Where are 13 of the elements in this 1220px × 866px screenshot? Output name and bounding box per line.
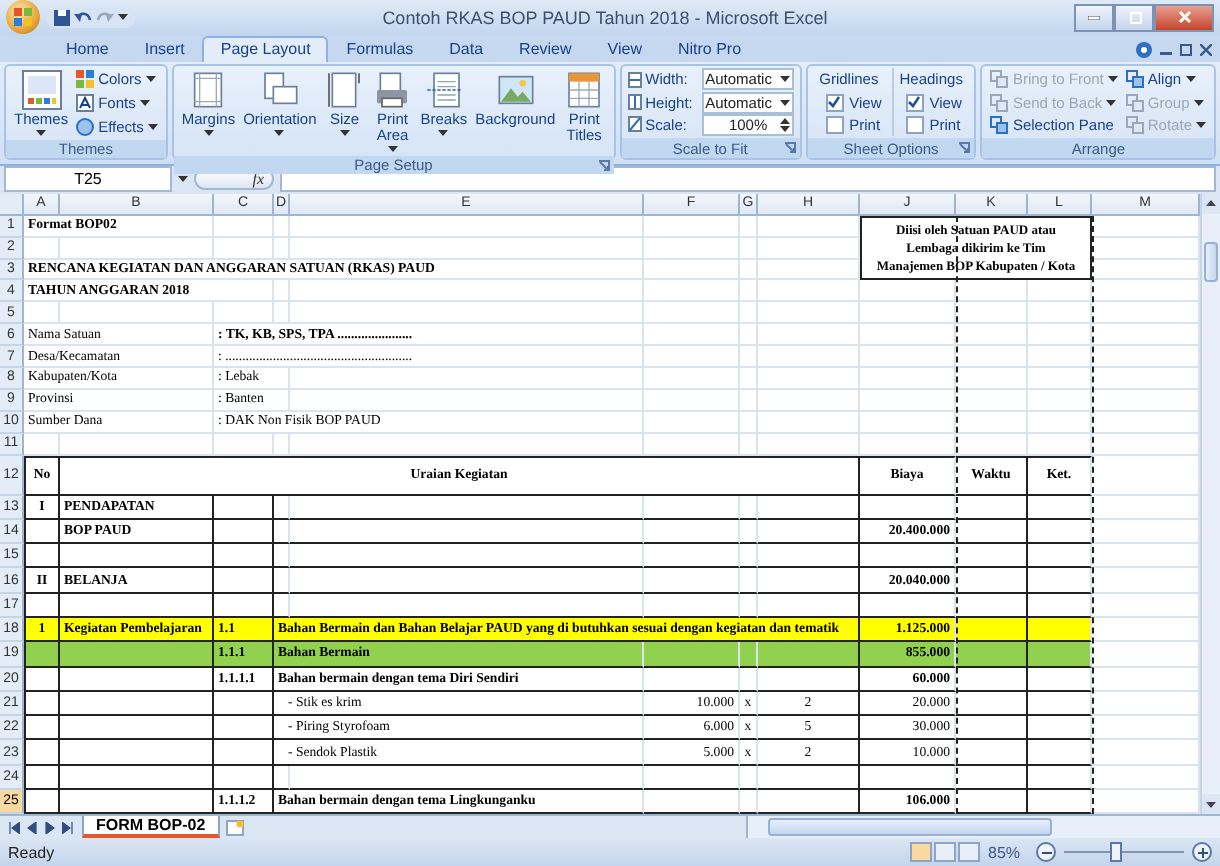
window-title: Contoh RKAS BOP PAUD Tahun 2018 - Microsoft Excel bbox=[380, 7, 830, 28]
ribbon-tab[interactable]: Formulas bbox=[328, 36, 432, 63]
ribbon-tab[interactable]: Page Layout bbox=[202, 36, 329, 63]
ribbon-tab[interactable]: Home bbox=[48, 36, 127, 63]
ribbon-tab[interactable]: Nitro Pro bbox=[659, 36, 760, 63]
name-box[interactable]: T25 bbox=[4, 166, 172, 193]
zoom-level[interactable]: 85% bbox=[988, 843, 1028, 862]
sheet-tab[interactable]: FORM BOP-02 bbox=[82, 816, 220, 839]
status-text: Ready bbox=[8, 843, 55, 862]
ribbon-tab[interactable]: Insert bbox=[126, 36, 203, 63]
ribbon-tab[interactable]: Data bbox=[431, 36, 502, 63]
ribbon-tab[interactable]: View bbox=[589, 36, 660, 63]
ribbon-tab[interactable]: Review bbox=[501, 36, 590, 63]
